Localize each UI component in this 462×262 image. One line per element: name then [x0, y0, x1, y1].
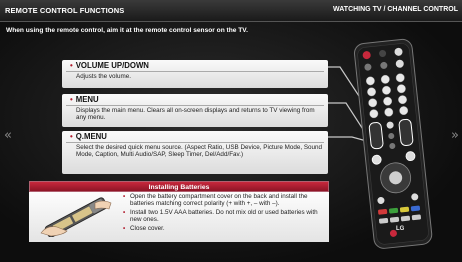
batteries-header: Installing Batteries: [29, 181, 329, 192]
function-card-qmenu: • Q.MENU Select the desired quick menu so…: [62, 131, 328, 174]
battery-instructions: Open the battery compartment cover on th…: [123, 193, 323, 234]
divider: [66, 71, 324, 72]
remote-brand-logo: LG: [396, 226, 405, 232]
function-description: Adjusts the volume.: [76, 73, 131, 80]
function-title: • Q.MENU: [70, 132, 107, 141]
list-item: Open the battery compartment cover on th…: [123, 193, 323, 208]
function-card-menu: • MENU Displays the main menu. Clears all…: [62, 94, 328, 127]
battery-install-illustration: [40, 197, 112, 237]
list-item: Close cover.: [123, 225, 323, 233]
remote-control-illustration: [353, 38, 433, 249]
divider: [66, 142, 324, 143]
function-description: Displays the main menu. Clears all on-sc…: [76, 107, 315, 122]
chapter-title: WATCHING TV / CHANNEL CONTROL: [333, 6, 458, 13]
batteries-panel: Open the battery compartment cover on th…: [29, 192, 329, 242]
top-bar: REMOTE CONTROL FUNCTIONS WATCHING TV / C…: [0, 0, 462, 22]
previous-page-icon[interactable]: «: [4, 128, 12, 143]
section-title: REMOTE CONTROL FUNCTIONS: [5, 6, 125, 15]
divider: [66, 105, 324, 106]
function-title: • MENU: [70, 95, 99, 104]
list-item: Install two 1.5V AAA batteries. Do not m…: [123, 209, 323, 224]
function-description: Select the desired quick menu source. (A…: [76, 144, 323, 159]
instruction-text: When using the remote control, aim it at…: [6, 27, 248, 34]
next-page-icon[interactable]: »: [451, 128, 459, 143]
function-card-volume: • VOLUME UP/DOWN Adjusts the volume.: [62, 60, 328, 88]
function-title: • VOLUME UP/DOWN: [70, 61, 149, 70]
batteries-title: Installing Batteries: [148, 184, 210, 191]
